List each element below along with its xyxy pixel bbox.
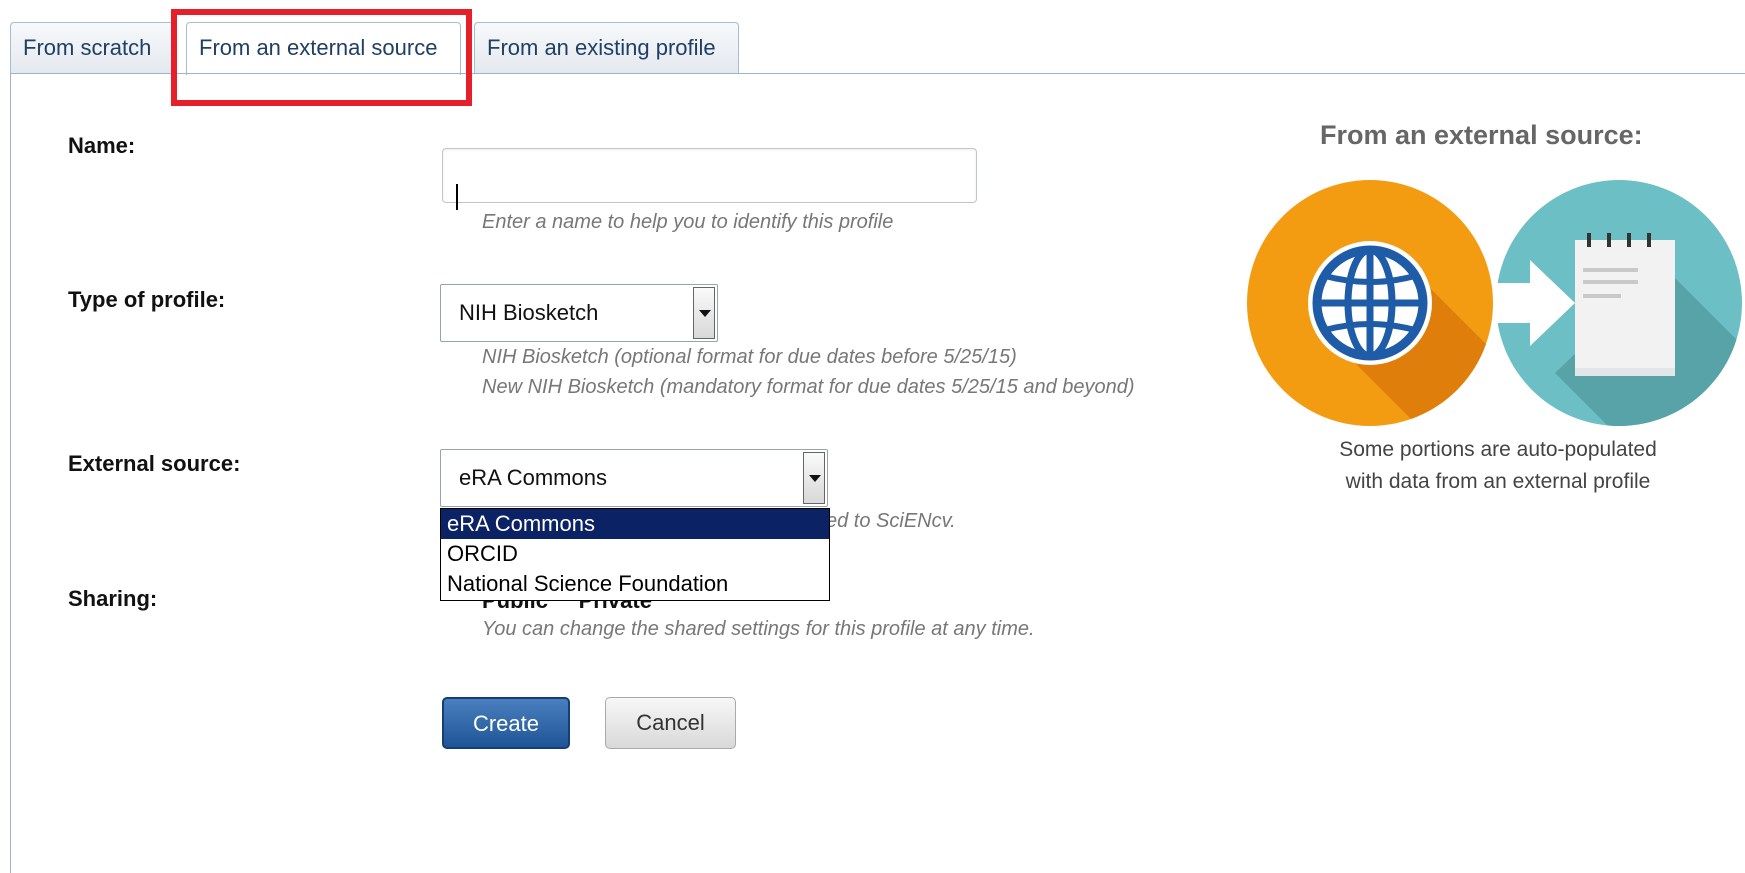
profile-type-value: NIH Biosketch	[459, 300, 599, 325]
caption-line-1: Some portions are auto-populated	[1339, 438, 1657, 461]
dropdown-option[interactable]: National Science Foundation	[441, 569, 829, 599]
tab-from-existing-profile[interactable]: From an existing profile	[474, 22, 739, 73]
external-source-label: External source:	[68, 451, 241, 476]
side-caption: Some portions are auto-populated with da…	[1300, 434, 1696, 498]
dropdown-option[interactable]: eRA Commons	[441, 509, 829, 539]
external-source-select[interactable]: eRA Commons	[440, 449, 828, 507]
cancel-button[interactable]: Cancel	[605, 697, 736, 749]
profile-type-hint-2: New NIH Biosketch (mandatory format for …	[482, 376, 1135, 398]
name-label: Name:	[68, 133, 136, 158]
external-source-dropdown[interactable]: eRA Commons ORCID National Science Found…	[440, 508, 830, 601]
sharing-hint: You can change the shared settings for t…	[482, 618, 1035, 640]
side-title: From an external source:	[1320, 120, 1643, 150]
sharing-label: Sharing:	[68, 586, 158, 611]
text-caret	[456, 184, 458, 210]
profile-type-select[interactable]: NIH Biosketch	[440, 284, 718, 342]
dropdown-option[interactable]: ORCID	[441, 539, 829, 569]
notepad-icon	[1495, 180, 1742, 426]
tab-from-scratch[interactable]: From scratch	[10, 22, 174, 73]
profile-type-label: Type of profile:	[68, 287, 226, 312]
chevron-down-icon[interactable]	[803, 452, 825, 504]
profile-type-hint-1: NIH Biosketch (optional format for due d…	[482, 346, 1017, 368]
caption-line-2: with data from an external profile	[1345, 470, 1651, 493]
name-input[interactable]	[442, 148, 977, 203]
create-button[interactable]: Create	[442, 697, 570, 749]
name-hint: Enter a name to help you to identify thi…	[482, 211, 894, 233]
chevron-down-icon[interactable]	[693, 287, 715, 339]
illustration-svg	[1247, 180, 1742, 426]
external-source-hint: ed to SciENcv.	[826, 510, 956, 532]
external-source-value: eRA Commons	[459, 465, 607, 490]
external-source-illustration	[1245, 178, 1745, 428]
